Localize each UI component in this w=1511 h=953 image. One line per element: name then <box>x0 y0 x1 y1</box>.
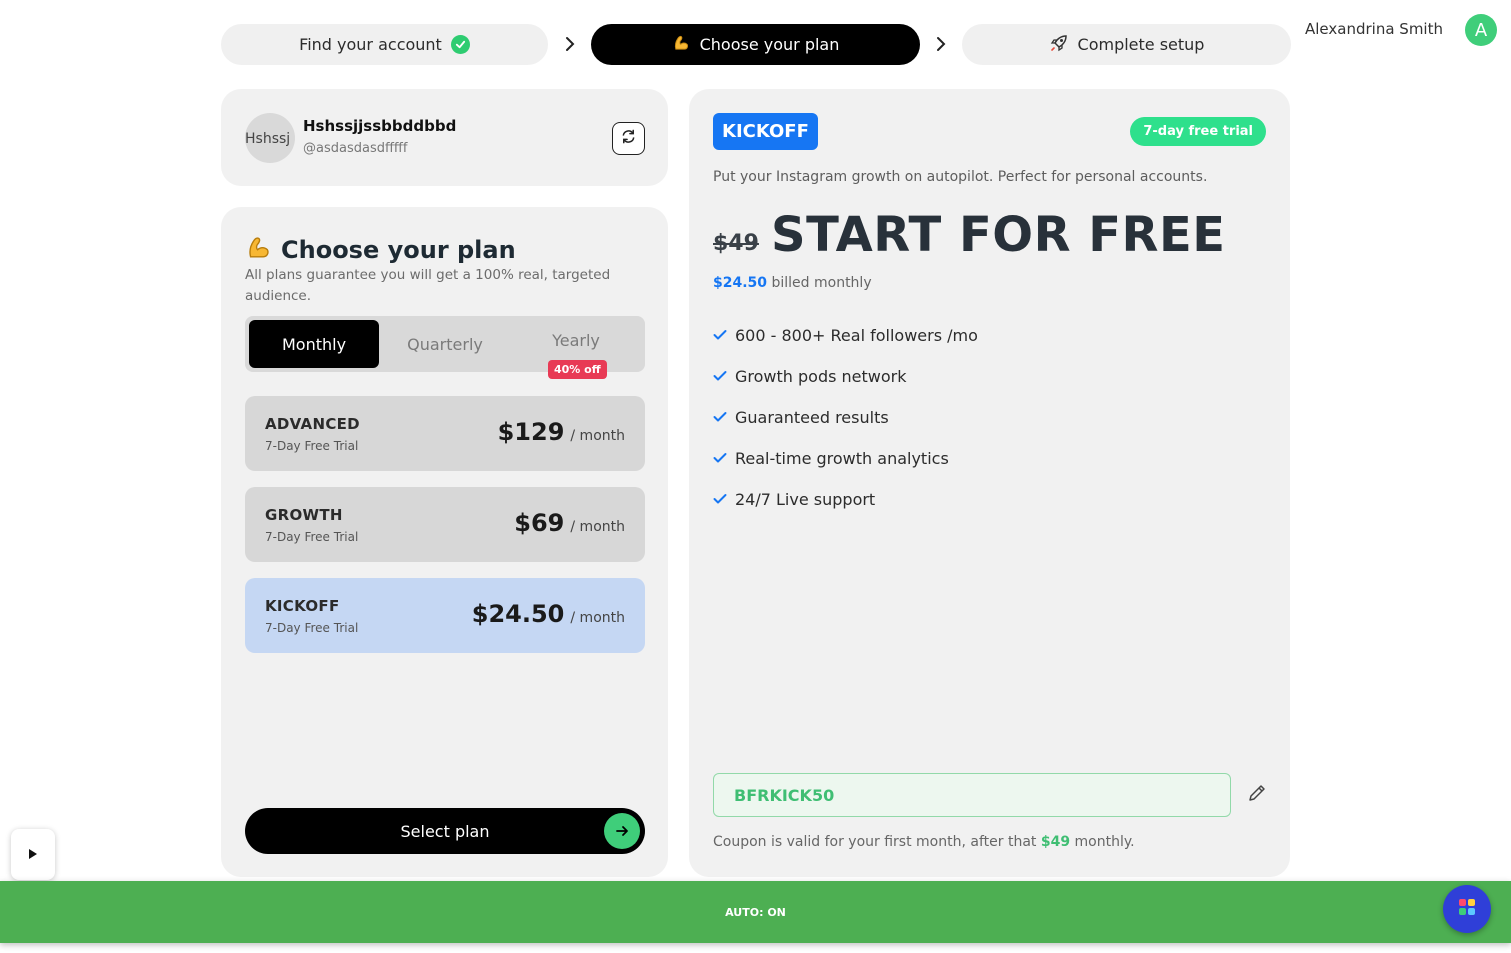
step-label: Complete setup <box>1077 35 1205 54</box>
play-icon <box>28 845 38 864</box>
account-avatar-alt: Hshssj <box>245 131 291 147</box>
feature-item: 24/7 Live support <box>713 479 978 520</box>
feature-item: 600 - 800+ Real followers /mo <box>713 315 978 356</box>
tier-badge: KICKOFF <box>713 113 818 150</box>
step-label: Choose your plan <box>699 35 840 54</box>
feature-text: 24/7 Live support <box>735 490 876 509</box>
plan-price-value: $69 <box>514 509 565 537</box>
check-circle-icon <box>450 35 470 54</box>
plan-name: GROWTH <box>265 506 343 524</box>
coupon-note-prefix: Coupon is valid for your first month, af… <box>713 834 1037 850</box>
step-find-account[interactable]: Find your account <box>221 24 548 65</box>
plan-price: $69 / month <box>514 509 625 537</box>
plan-name: ADVANCED <box>265 415 360 433</box>
chevron-right-icon <box>559 32 581 56</box>
pencil-icon <box>1247 783 1267 807</box>
plan-growth[interactable]: GROWTH 7-Day Free Trial $69 / month <box>245 487 645 562</box>
chevron-right-icon <box>930 32 952 56</box>
step-label: Find your account <box>299 35 442 54</box>
plan-trial: 7-Day Free Trial <box>265 530 359 544</box>
billed-amount: $24.50 <box>713 275 768 291</box>
billed-text: billed monthly <box>771 275 872 291</box>
feature-text: Guaranteed results <box>735 408 889 427</box>
plans-title-text: Choose your plan <box>281 236 516 264</box>
plan-price-value: $129 <box>497 418 565 446</box>
plan-trial: 7-Day Free Trial <box>265 439 359 453</box>
check-icon <box>713 449 727 468</box>
plan-trial: 7-Day Free Trial <box>265 621 359 635</box>
user-name: Alexandrina Smith <box>1305 20 1443 38</box>
refresh-account-button[interactable] <box>612 122 645 155</box>
chat-icon <box>1457 897 1477 921</box>
account-avatar: Hshssj <box>245 113 295 163</box>
avatar[interactable]: A <box>1465 14 1497 46</box>
feature-text: Growth pods network <box>735 367 907 386</box>
plan-price-unit: / month <box>570 610 625 626</box>
step-choose-plan[interactable]: Choose your plan <box>591 24 920 65</box>
auto-status-bar[interactable]: AUTO: ON <box>0 881 1511 943</box>
feature-list: 600 - 800+ Real followers /mo Growth pod… <box>713 315 978 520</box>
refresh-icon <box>620 128 637 149</box>
account-handle: @asdasdasdfffff <box>303 141 408 156</box>
coupon-note-amount: $49 <box>1040 834 1071 850</box>
edit-coupon-button[interactable] <box>1245 783 1269 807</box>
flexed-arm-icon <box>245 233 273 267</box>
check-icon <box>713 326 727 345</box>
select-plan-label: Select plan <box>400 821 490 841</box>
check-icon <box>713 367 727 386</box>
billing-monthly[interactable]: Monthly <box>249 320 379 368</box>
plan-price: $129 / month <box>498 418 625 446</box>
account-name: Hshssjjssbbddbbd <box>303 117 457 135</box>
feature-item: Growth pods network <box>713 356 978 397</box>
plans-subtitle: All plans guarantee you will get a 100% … <box>245 267 611 304</box>
coupon-note-suffix: monthly. <box>1074 834 1135 850</box>
plan-advanced[interactable]: ADVANCED 7-Day Free Trial $129 / month <box>245 396 645 471</box>
price-headline: START FOR FREE <box>771 207 1226 263</box>
check-icon <box>713 408 727 427</box>
plan-name: KICKOFF <box>265 597 340 615</box>
feature-text: 600 - 800+ Real followers /mo <box>735 326 978 345</box>
feature-text: Real-time growth analytics <box>735 449 949 468</box>
plan-detail-card: KICKOFF 7-day free trial Put your Instag… <box>689 89 1290 877</box>
billing-toggle: Monthly Quarterly Yearly 40% off <box>245 316 645 379</box>
plans-card: Choose your plan All plans guarantee you… <box>221 207 668 877</box>
plan-price-unit: / month <box>570 519 625 535</box>
billed-info: $24.50 billed monthly <box>713 275 872 291</box>
feature-item: Guaranteed results <box>713 397 978 438</box>
plan-price: $24.50 / month <box>472 600 625 628</box>
auto-status-label: AUTO: ON <box>725 905 786 919</box>
arrow-right-icon <box>604 813 640 849</box>
account-card: Hshssj Hshssjjssbbddbbd @asdasdasdfffff <box>221 89 668 186</box>
billing-yearly[interactable]: Yearly <box>511 320 641 360</box>
play-button[interactable] <box>11 829 55 880</box>
plan-price-value: $24.50 <box>471 600 565 628</box>
trial-pill: 7-day free trial <box>1130 117 1266 146</box>
plan-price-unit: / month <box>570 428 625 444</box>
feature-item: Real-time growth analytics <box>713 438 978 479</box>
tier-description: Put your Instagram growth on autopilot. … <box>713 169 1208 185</box>
old-price: $49 <box>713 231 759 256</box>
plan-kickoff[interactable]: KICKOFF 7-Day Free Trial $24.50 / month <box>245 578 645 653</box>
check-icon <box>713 490 727 509</box>
rocket-icon <box>1049 33 1069 57</box>
billing-quarterly[interactable]: Quarterly <box>380 320 510 368</box>
step-complete-setup[interactable]: Complete setup <box>962 24 1291 65</box>
plans-title: Choose your plan <box>245 233 516 267</box>
coupon-field[interactable]: BFRKICK50 <box>713 773 1231 817</box>
flexed-arm-icon <box>672 33 691 56</box>
discount-badge: 40% off <box>548 360 607 379</box>
chat-button[interactable] <box>1443 885 1491 933</box>
select-plan-button[interactable]: Select plan <box>245 808 645 854</box>
coupon-note: Coupon is valid for your first month, af… <box>713 834 1135 850</box>
